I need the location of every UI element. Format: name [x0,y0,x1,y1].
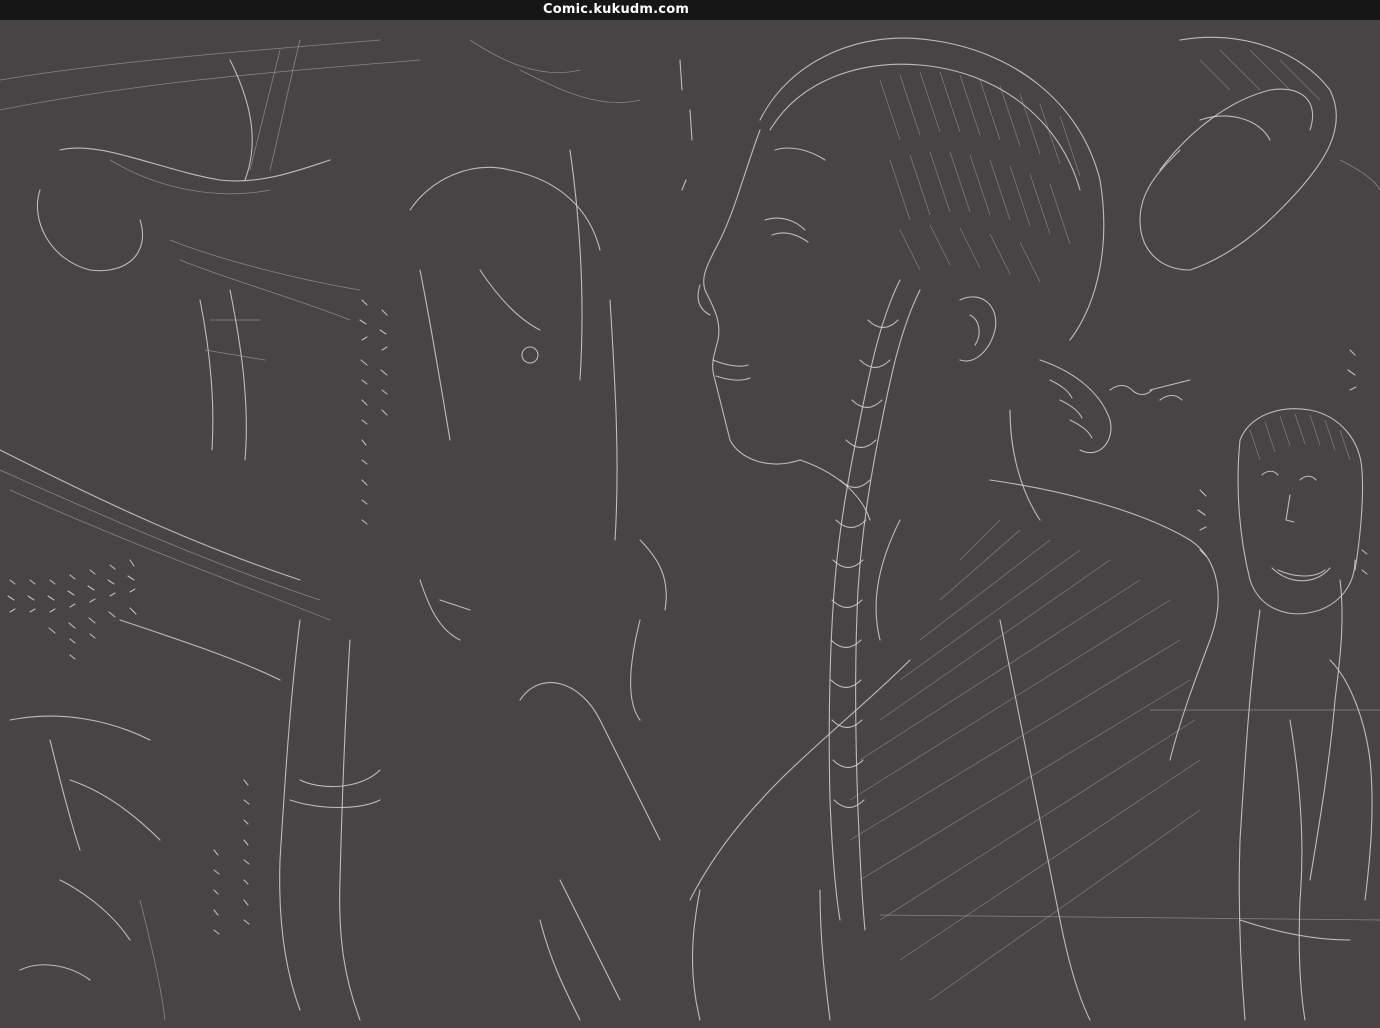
handwritten-notes-left [7,559,137,660]
top-bar: Comic.kukudm.com [0,0,1380,20]
handwritten-notes-middle [213,299,388,935]
top-right-object-group [1139,36,1380,271]
site-title: Comic.kukudm.com [543,2,690,17]
left-sketch-group [0,39,421,1021]
woman-profile-group [689,37,1380,1021]
middle-figure-group [213,39,693,1021]
sketch-canvas [0,20,1380,1028]
sketch-illustration [0,36,1380,1021]
